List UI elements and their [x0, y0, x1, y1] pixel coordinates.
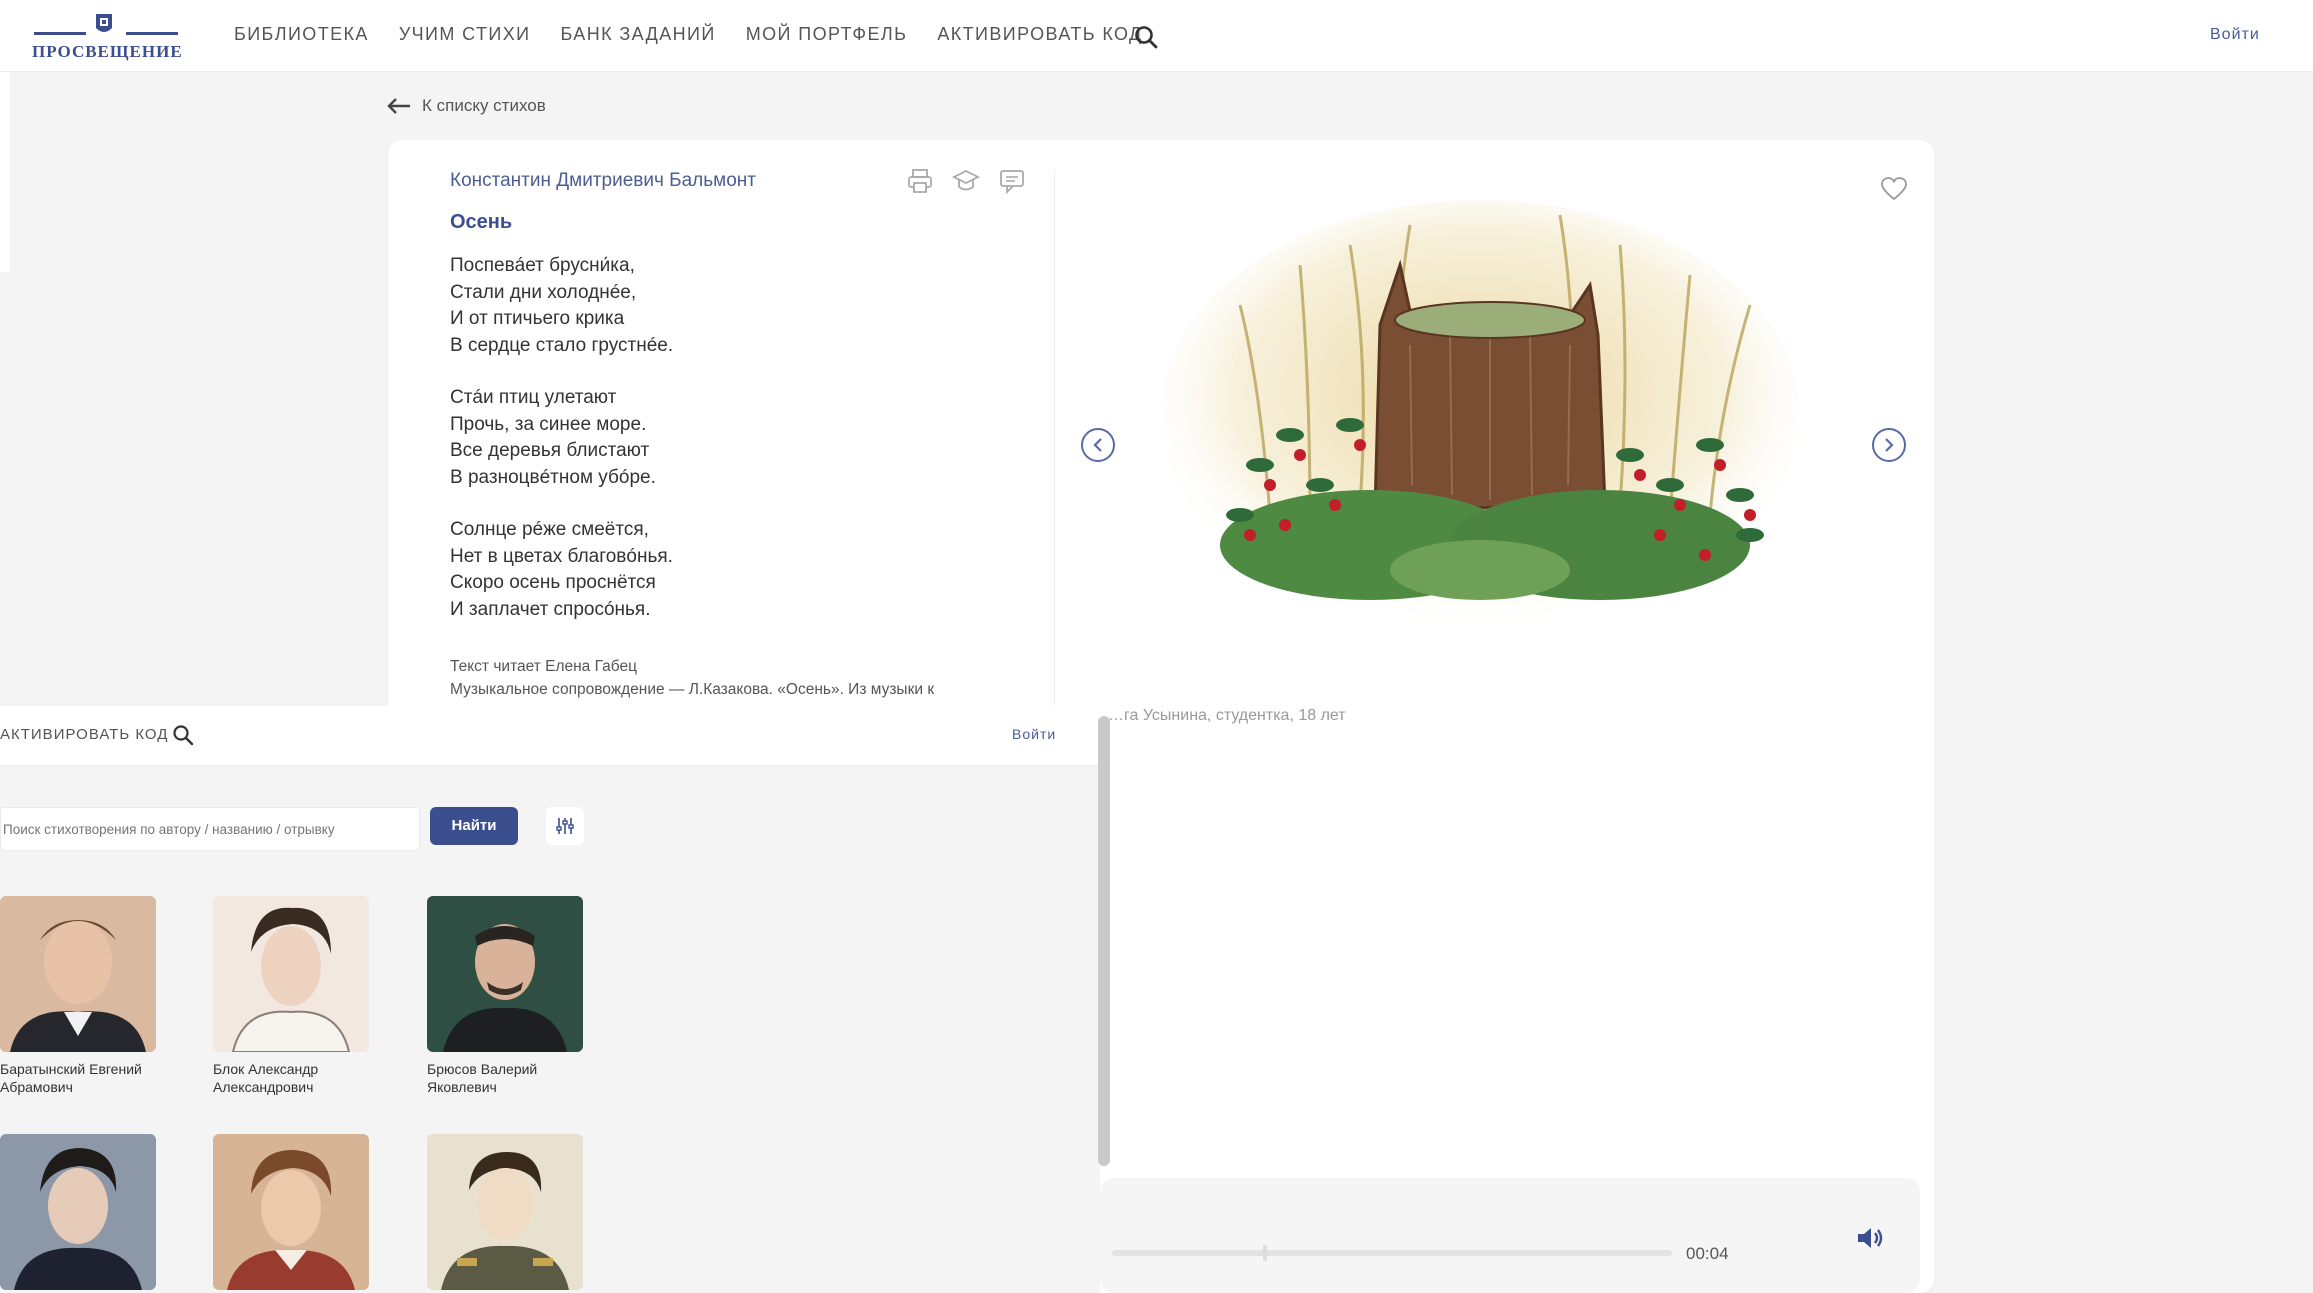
poem-author[interactable]: Константин Дмитриевич Бальмонт — [450, 170, 756, 192]
filter-sliders-icon — [556, 818, 574, 834]
top-header: ПРОСВЕЩЕНИЕ БИБЛИОТЕКА УЧИМ СТИХИ БАНК З… — [0, 0, 2313, 72]
poet-portrait — [427, 896, 583, 1052]
nav-activate-code[interactable]: АКТИВИРОВАТЬ КОД — [937, 24, 1142, 45]
left-edge-panel — [0, 72, 10, 272]
main-nav: БИБЛИОТЕКА УЧИМ СТИХИ БАНК ЗАДАНИЙ МОЙ П… — [234, 24, 1143, 45]
prosveshchenie-logo[interactable]: ПРОСВЕЩЕНИЕ — [32, 8, 183, 61]
poet-name-line: Брюсов Валерий — [427, 1061, 538, 1077]
poet-portrait — [427, 1134, 583, 1290]
audio-time: 00:04 — [1686, 1244, 1729, 1263]
poem-line: Прочь, за синее море. — [450, 413, 647, 435]
poet-card[interactable]: Брюсов Валерий Яковлевич — [427, 896, 583, 1096]
poem-line: Стáи птиц улетают — [450, 387, 617, 408]
poem-line: И от птичьего крика — [450, 308, 625, 329]
chevron-right-icon — [1885, 438, 1894, 452]
chevron-left-icon — [1093, 438, 1102, 452]
poet-name: Баратынский Евгений Абрамович — [0, 1060, 156, 1096]
poet-name-line: Александрович — [213, 1079, 314, 1095]
filter-button[interactable] — [546, 807, 584, 845]
poet-card[interactable] — [427, 1134, 583, 1290]
back-to-list-link[interactable]: К списку стихов — [386, 96, 546, 116]
poet-portrait — [0, 1134, 156, 1290]
poem-line: Стали дни холоднée, — [450, 281, 637, 303]
poet-name: Брюсов Валерий Яковлевич — [427, 1060, 583, 1096]
nav-library[interactable]: БИБЛИОТЕКА — [234, 24, 369, 45]
poem-stanza-1: Поспевáет брусни́ка, Стали дни холоднée,… — [450, 253, 673, 359]
poem-stanza-2: Стáи птиц улетают Прочь, за синее море. … — [450, 385, 656, 491]
poem-title: Осень — [450, 211, 513, 233]
back-link-label: К списку стихов — [422, 96, 546, 115]
poem-line: Поспевáет брусни́ка, — [450, 255, 635, 276]
prev-illustration-button[interactable] — [1081, 428, 1115, 462]
poem-toolbar — [906, 168, 1026, 194]
poem-stanza-3: Солнце рéже смеётся, Нет в цветах благов… — [450, 517, 673, 623]
next-illustration-button[interactable] — [1872, 428, 1906, 462]
overlay-header: АКТИВИРОВАТЬ КОД Войти — [0, 706, 1100, 766]
nav-learn-poems[interactable]: УЧИМ СТИХИ — [399, 24, 531, 45]
poem-line: Солнце рéже смеётся, — [450, 519, 649, 540]
search-icon[interactable] — [172, 724, 194, 746]
poet-card[interactable] — [0, 1134, 156, 1290]
poem-line: В разноцвéтном убóре. — [450, 466, 656, 488]
poet-portrait — [0, 896, 156, 1052]
poet-name: Блок Александр Александрович — [213, 1060, 369, 1096]
poem-line: Скоро осень проснётся — [450, 572, 656, 593]
logo-emblem-icon — [96, 14, 112, 32]
poet-card[interactable] — [213, 1134, 369, 1290]
autumn-stump-illustration — [1160, 200, 1800, 630]
poem-line: В сердце стало грустнée. — [450, 334, 674, 356]
poet-name-line: Абрамович — [0, 1079, 73, 1095]
nav-task-bank[interactable]: БАНК ЗАДАНИЙ — [560, 24, 715, 45]
audio-player — [1100, 1178, 1920, 1293]
poem-line: Все деревья блистают — [450, 440, 650, 461]
logo-line-right — [126, 32, 178, 35]
poet-portrait — [213, 896, 369, 1052]
print-icon[interactable] — [906, 168, 934, 194]
music-credit: Музыкальное сопровождение — Л.Казакова. … — [450, 681, 935, 698]
audio-progress-knob[interactable] — [1263, 1245, 1267, 1261]
poet-name-line: Баратынский Евгений — [0, 1061, 142, 1077]
search-icon[interactable] — [1133, 24, 1159, 50]
overlay-login-link[interactable]: Войти — [1012, 726, 1056, 742]
logo-line-left — [34, 32, 86, 35]
arrow-left-icon — [387, 98, 410, 114]
poem-search-input[interactable] — [0, 807, 420, 851]
card-divider — [1054, 170, 1055, 710]
audio-progress-track[interactable] — [1112, 1250, 1672, 1256]
poet-card[interactable]: Баратынский Евгений Абрамович — [0, 896, 156, 1096]
poet-name-line: Блок Александр — [213, 1061, 319, 1077]
overlay-nav-activate-code[interactable]: АКТИВИРОВАТЬ КОД — [0, 726, 168, 743]
reader-credit: Текст читает Елена Габец — [450, 658, 637, 675]
poem-line: Нет в цветах благовóнья. — [450, 545, 673, 567]
poet-portrait — [213, 1134, 369, 1290]
overlay-scrollbar[interactable] — [1098, 716, 1110, 1166]
poets-catalog-overlay: АКТИВИРОВАТЬ КОД Войти Найти — [0, 706, 1100, 1293]
login-link[interactable]: Войти — [2210, 26, 2260, 44]
illustration-caption: …га Усынина, студентка, 18 лет — [1108, 707, 1346, 724]
search-button[interactable]: Найти — [430, 807, 518, 845]
comment-icon[interactable] — [998, 168, 1026, 194]
heart-icon[interactable] — [1880, 176, 1908, 202]
graduation-cap-icon[interactable] — [952, 168, 980, 194]
volume-icon[interactable] — [1855, 1225, 1885, 1251]
logo-text: ПРОСВЕЩЕНИЕ — [32, 42, 183, 61]
poem-line: И заплачет спросóнья. — [450, 598, 651, 620]
poet-card[interactable]: Блок Александр Александрович — [213, 896, 369, 1096]
poet-name-line: Яковлевич — [427, 1079, 497, 1095]
nav-my-portfolio[interactable]: МОЙ ПОРТФЕЛЬ — [746, 24, 908, 45]
